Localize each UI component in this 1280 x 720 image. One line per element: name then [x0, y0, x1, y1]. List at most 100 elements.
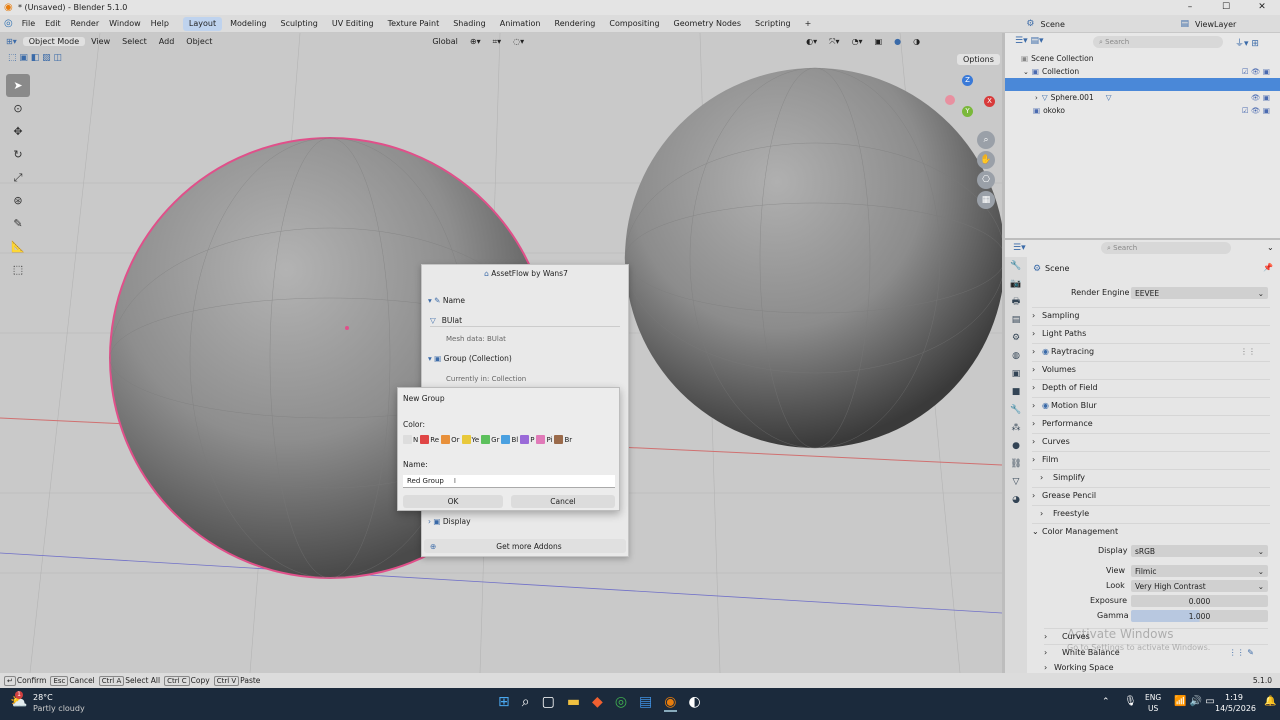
- brave-browser-icon[interactable]: ◆: [592, 694, 603, 712]
- output-tab-icon[interactable]: 🖶: [1005, 293, 1027, 311]
- navigation-gizmo[interactable]: Z X Y: [945, 75, 995, 125]
- material-preview-icon[interactable]: ◑: [907, 37, 926, 46]
- tab-uv-editing[interactable]: UV Editing: [326, 17, 380, 31]
- notes-app-icon[interactable]: ▤: [639, 694, 652, 712]
- maximize-button[interactable]: ☐: [1208, 0, 1244, 15]
- chevron-down-icon[interactable]: ⌄: [1023, 68, 1029, 76]
- display-device-dropdown[interactable]: sRGB ⌄: [1131, 545, 1268, 557]
- pan-icon[interactable]: ✋: [977, 151, 995, 169]
- grid-view-icon[interactable]: ▦: [977, 191, 995, 209]
- select-mode-icons[interactable]: ⬚ ▣ ◧ ▨ ◫: [8, 53, 62, 63]
- data-tab-icon[interactable]: ▽: [1005, 473, 1027, 491]
- checkbox-icon[interactable]: ◉: [1042, 347, 1049, 356]
- properties-editor-icon[interactable]: ☰▾: [1013, 243, 1026, 253]
- name-section-header[interactable]: ▾ ✎ Name: [428, 296, 465, 305]
- group-name-input[interactable]: Red Group I: [403, 475, 615, 488]
- gizmo-toggle-icon[interactable]: ⤧▾: [823, 37, 845, 47]
- properties-search-input[interactable]: ⌕ Search: [1101, 242, 1231, 254]
- clock-time[interactable]: 1:19: [1225, 693, 1243, 702]
- microphone-icon[interactable]: 🎙: [1124, 696, 1137, 707]
- particles-tab-icon[interactable]: ⁂: [1005, 419, 1027, 437]
- panel-simplify[interactable]: › Simplify: [1032, 469, 1270, 485]
- panel-motion-blur[interactable]: › ◉ Motion Blur: [1032, 397, 1270, 413]
- object-tab-icon[interactable]: ■: [1005, 383, 1027, 401]
- physics-tab-icon[interactable]: ●: [1005, 437, 1027, 455]
- color-option-red[interactable]: Re: [420, 435, 439, 444]
- blender-menu-icon[interactable]: ◎: [0, 18, 17, 29]
- menu-render[interactable]: Render: [66, 15, 104, 33]
- proportional-edit-icon[interactable]: ◌▾: [507, 37, 530, 46]
- tab-modeling[interactable]: Modeling: [224, 17, 272, 31]
- view-transform-dropdown[interactable]: Filmic ⌄: [1131, 565, 1268, 577]
- color-option-blue[interactable]: Bl: [501, 435, 518, 444]
- tab-geometry-nodes[interactable]: Geometry Nodes: [668, 17, 747, 31]
- gizmo-z-axis[interactable]: Z: [962, 75, 973, 86]
- display-section-header[interactable]: › ▣ Display: [428, 517, 471, 526]
- outliner-row-scene-collection[interactable]: ▣ Scene Collection: [1005, 52, 1280, 65]
- panel-freestyle[interactable]: › Freestyle: [1032, 505, 1270, 521]
- panel-sampling[interactable]: › Sampling: [1032, 307, 1270, 323]
- view-layer-selector[interactable]: ViewLayer: [1195, 20, 1280, 29]
- options-button[interactable]: Options: [957, 54, 1000, 65]
- scale-tool-icon[interactable]: ⤢: [6, 166, 30, 189]
- tab-layout[interactable]: Layout: [182, 16, 223, 31]
- panel-options-icon[interactable]: ⋮⋮: [1240, 347, 1256, 356]
- collection-tab-icon[interactable]: ▣: [1005, 365, 1027, 383]
- checkbox-icon[interactable]: ◉: [1042, 401, 1049, 410]
- tab-sculpting[interactable]: Sculpting: [275, 17, 324, 31]
- panel-raytracing[interactable]: › ◉ Raytracing ⋮⋮: [1032, 343, 1270, 359]
- ok-button[interactable]: OK: [403, 495, 503, 508]
- select-tool-icon[interactable]: ➤: [6, 74, 30, 97]
- tab-compositing[interactable]: Compositing: [603, 17, 665, 31]
- color-option-yellow[interactable]: Ye: [461, 435, 479, 444]
- solid-shading-icon[interactable]: ●: [888, 37, 907, 46]
- panel-volumes[interactable]: › Volumes: [1032, 361, 1270, 377]
- eyedropper-icon[interactable]: ⋮⋮ ✎: [1229, 648, 1254, 657]
- mode-dropdown[interactable]: Object Mode: [22, 37, 86, 46]
- sphere-001[interactable]: [625, 68, 1002, 448]
- menu-add[interactable]: Add: [153, 37, 181, 46]
- color-option-purple[interactable]: P: [520, 435, 534, 444]
- pivot-icon[interactable]: ⊕▾: [464, 37, 487, 46]
- tab-shading[interactable]: Shading: [447, 17, 492, 31]
- gizmo-neg-x[interactable]: [945, 95, 955, 105]
- language-code[interactable]: ENG: [1145, 693, 1161, 702]
- visibility-toggles[interactable]: 👁 ▣: [1251, 93, 1270, 102]
- transform-tool-icon[interactable]: ⊛: [6, 189, 30, 212]
- tray-overflow-icon[interactable]: ⌃: [1102, 697, 1110, 707]
- panel-curves[interactable]: › Curves: [1032, 433, 1270, 449]
- look-dropdown[interactable]: Very High Contrast ⌄: [1131, 580, 1268, 592]
- panel-performance[interactable]: › Performance: [1032, 415, 1270, 431]
- outliner-row-collection[interactable]: ⌄ ▣ Collection ☑ 👁 ▣: [1005, 65, 1280, 78]
- scene-tab-icon[interactable]: ⚙: [1005, 329, 1027, 347]
- annotate-tool-icon[interactable]: ✎: [6, 212, 30, 235]
- outliner-row-sphere-001[interactable]: › ▽ Sphere.001 ▽ 👁 ▣: [1005, 91, 1280, 104]
- chevron-right-icon[interactable]: ›: [1035, 94, 1038, 102]
- pin-icon[interactable]: 📌: [1263, 263, 1273, 272]
- view-layer-tab-icon[interactable]: ▤: [1005, 311, 1027, 329]
- color-option-pink[interactable]: Pi: [536, 435, 552, 444]
- github-desktop-icon[interactable]: ◐: [689, 694, 701, 712]
- cancel-button[interactable]: Cancel: [511, 495, 615, 508]
- xray-icon[interactable]: ▣: [869, 37, 889, 46]
- outliner-row-selected[interactable]: [1005, 78, 1280, 91]
- panel-depth-of-field[interactable]: › Depth of Field: [1032, 379, 1270, 395]
- menu-help[interactable]: Help: [146, 15, 174, 33]
- menu-object[interactable]: Object: [180, 37, 218, 46]
- add-cube-tool-icon[interactable]: ⬚: [6, 258, 30, 281]
- start-icon[interactable]: ⊞: [498, 694, 510, 712]
- scene-selector[interactable]: Scene: [1040, 20, 1180, 29]
- material-tab-icon[interactable]: ◕: [1005, 491, 1027, 509]
- tab-texture-paint[interactable]: Texture Paint: [382, 17, 446, 31]
- gizmo-x-axis[interactable]: X: [984, 96, 995, 107]
- subpanel-working-space[interactable]: › Working Space: [1044, 661, 1268, 673]
- modifier-tab-icon[interactable]: 🔧: [1005, 401, 1027, 419]
- world-tab-icon[interactable]: ◍: [1005, 347, 1027, 365]
- filter-icon[interactable]: ⏚▾ ⊞: [1235, 36, 1259, 49]
- notification-bell-icon[interactable]: 🔔: [1264, 696, 1276, 707]
- constraints-tab-icon[interactable]: ⛓: [1005, 455, 1027, 473]
- zoom-icon[interactable]: ⌕: [977, 131, 995, 149]
- tab-rendering[interactable]: Rendering: [549, 17, 602, 31]
- menu-window[interactable]: Window: [104, 15, 146, 33]
- rotate-tool-icon[interactable]: ↻: [6, 143, 30, 166]
